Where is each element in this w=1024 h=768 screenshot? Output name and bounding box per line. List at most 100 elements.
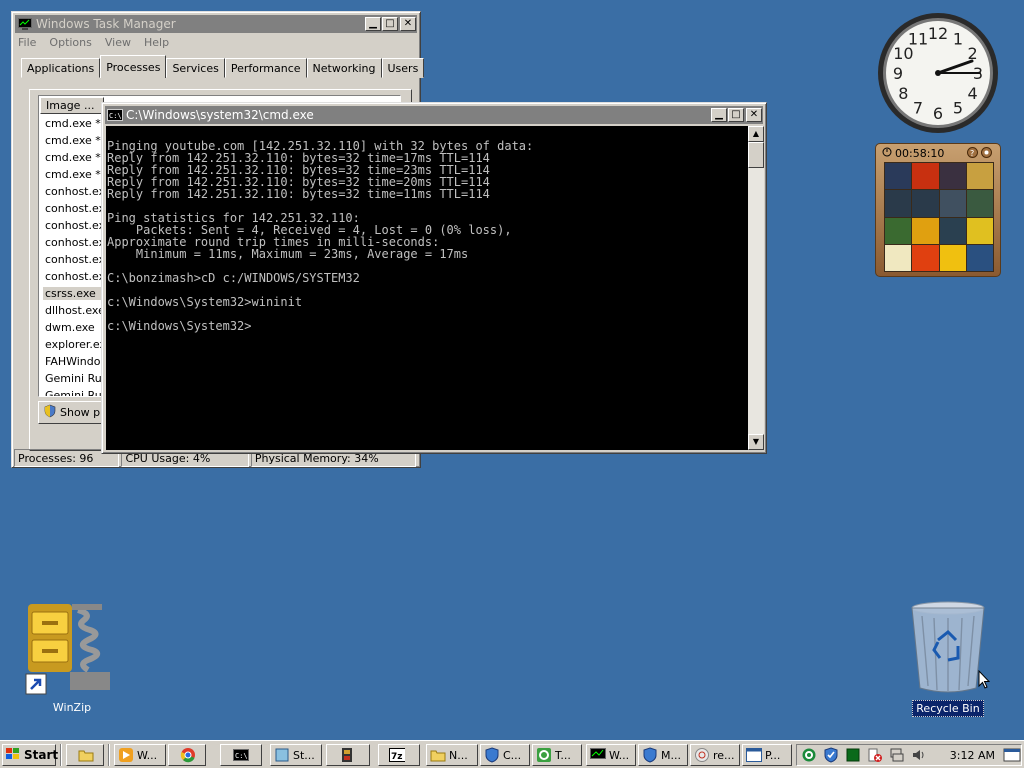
puzzle-tile[interactable]	[912, 217, 939, 244]
puzzle-tile[interactable]	[966, 163, 993, 190]
close-button[interactable]: ✕	[400, 17, 416, 31]
taskbar-button[interactable]: St...	[270, 744, 322, 766]
list-item[interactable]: dwm.exe	[45, 321, 103, 334]
console-output[interactable]: Pinging youtube.com [142.251.32.110] wit…	[106, 126, 748, 450]
scroll-down-button[interactable]: ▼	[748, 434, 764, 450]
shield-icon[interactable]	[823, 747, 839, 763]
console-scrollbar[interactable]: ▲ ▼	[748, 126, 764, 450]
taskbar-button[interactable]: N...	[426, 744, 478, 766]
taskbar-button[interactable]: T...	[532, 744, 582, 766]
puzzle-tile[interactable]	[966, 190, 993, 217]
list-item[interactable]: FAHWindow	[45, 355, 103, 368]
tab-users[interactable]: Users	[381, 58, 425, 78]
taskbar-separator	[108, 744, 110, 766]
clock-gadget[interactable]: 121234567891011	[876, 11, 1000, 135]
menu-options[interactable]: Options	[49, 36, 91, 49]
puzzle-tile[interactable]	[966, 244, 993, 271]
action-center-icon[interactable]	[867, 747, 883, 763]
puzzle-tile[interactable]	[885, 217, 912, 244]
maximize-icon: □	[731, 109, 741, 120]
list-item[interactable]: cmd.exe *3	[45, 134, 103, 147]
menu-help[interactable]: Help	[144, 36, 169, 49]
list-item[interactable]: conhost.exe	[45, 253, 103, 266]
desktop-icon-winzip[interactable]: WinZip	[22, 600, 122, 715]
list-item[interactable]: conhost.exe	[45, 185, 103, 198]
puzzle-tile[interactable]	[885, 244, 912, 271]
puzzle-tile[interactable]	[912, 163, 939, 190]
list-item-selected[interactable]: csrss.exe	[43, 287, 103, 300]
menu-file[interactable]: File	[18, 36, 36, 49]
shuffle-icon[interactable]	[981, 147, 992, 161]
task-manager-titlebar[interactable]: Windows Task Manager ▁ □ ✕	[15, 15, 417, 33]
quick-launch-explorer[interactable]	[66, 744, 104, 766]
minimize-icon: ▁	[715, 109, 723, 120]
start-button[interactable]: Start	[2, 744, 58, 766]
taskbar-button[interactable]	[168, 744, 206, 766]
task-manager-tabs: Applications Processes Services Performa…	[21, 55, 425, 78]
tab-processes[interactable]: Processes	[100, 55, 167, 78]
close-icon: ✕	[749, 109, 759, 120]
minimize-button[interactable]: ▁	[365, 17, 381, 31]
volume-icon[interactable]	[911, 747, 927, 763]
puzzle-tile[interactable]	[966, 217, 993, 244]
winzip-icon	[22, 600, 122, 700]
puzzle-tile[interactable]	[912, 190, 939, 217]
puzzle-tile[interactable]	[939, 190, 966, 217]
puzzle-tile[interactable]	[939, 217, 966, 244]
list-item[interactable]: conhost.exe	[45, 219, 103, 232]
help-icon[interactable]: ?	[967, 147, 978, 161]
mouse-cursor-icon	[978, 669, 991, 693]
tab-services[interactable]: Services	[166, 58, 225, 78]
list-item[interactable]: cmd.exe *3	[45, 168, 103, 181]
puzzle-tile[interactable]	[939, 244, 966, 271]
puzzle-tile[interactable]	[885, 163, 912, 190]
list-item[interactable]: dllhost.exe	[45, 304, 103, 317]
puzzle-tile[interactable]	[912, 244, 939, 271]
taskbar-button[interactable]: W...	[586, 744, 636, 766]
cmd-titlebar[interactable]: C:\ C:\Windows\system32\cmd.exe ▁ □ ✕	[105, 106, 763, 124]
scroll-up-button[interactable]: ▲	[748, 126, 764, 142]
puzzle-tile[interactable]	[885, 190, 912, 217]
list-item[interactable]: conhost.exe	[45, 236, 103, 249]
scroll-thumb[interactable]	[748, 142, 764, 168]
close-button[interactable]: ✕	[746, 108, 762, 122]
puzzle-grid[interactable]	[884, 162, 994, 272]
tab-performance[interactable]: Performance	[224, 58, 307, 78]
taskbar-button[interactable]: W...	[114, 744, 166, 766]
taskbar-button-label: W...	[137, 748, 158, 762]
taskbar-button-label: T...	[555, 748, 571, 762]
maximize-button[interactable]: □	[728, 108, 744, 122]
taskbar-button[interactable]: P...	[742, 744, 792, 766]
puzzle-tile[interactable]	[939, 163, 966, 190]
image-name-column-header[interactable]: Image ...	[40, 97, 104, 114]
taskbar-button[interactable]: 7z	[378, 744, 420, 766]
taskbar-button[interactable]: C:\	[220, 744, 262, 766]
tab-networking[interactable]: Networking	[306, 58, 382, 78]
show-processes-button[interactable]: Show processes	[38, 401, 108, 424]
taskbar-button[interactable]: re...	[690, 744, 740, 766]
list-item[interactable]: conhost.exe	[45, 202, 103, 215]
chip-icon[interactable]	[845, 747, 861, 763]
taskbar-button[interactable]	[326, 744, 370, 766]
cmd-title: C:\Windows\system32\cmd.exe	[126, 108, 314, 122]
list-item[interactable]: conhost.exe	[45, 270, 103, 283]
show-desktop-button[interactable]	[1003, 746, 1021, 767]
network-icon[interactable]	[889, 747, 905, 763]
sync-icon[interactable]	[801, 747, 817, 763]
taskbar-clock[interactable]: 3:12 AM	[950, 749, 995, 762]
list-item[interactable]: Gemini Rue	[45, 372, 103, 385]
taskbar-button[interactable]: C...	[480, 744, 530, 766]
tab-applications[interactable]: Applications	[21, 58, 101, 78]
list-item[interactable]: cmd.exe *3	[45, 117, 103, 130]
list-item[interactable]: cmd.exe *3	[45, 151, 103, 164]
desktop-icon-recycle-bin[interactable]: Recycle Bin	[898, 600, 998, 717]
picture-puzzle-gadget[interactable]: 00:58:10 ?	[875, 143, 1001, 277]
list-item[interactable]: explorer.exe	[45, 338, 103, 351]
menu-view[interactable]: View	[105, 36, 131, 49]
minimize-button[interactable]: ▁	[711, 108, 727, 122]
maximize-button[interactable]: □	[382, 17, 398, 31]
list-item[interactable]: Gemini Rue	[45, 389, 103, 396]
cmd-window[interactable]: C:\ C:\Windows\system32\cmd.exe ▁ □ ✕ Pi…	[101, 102, 767, 454]
taskbar-button[interactable]: M...	[638, 744, 688, 766]
console-line: C:\bonzimash>cD c:/WINDOWS/SYSTEM32	[107, 271, 360, 285]
